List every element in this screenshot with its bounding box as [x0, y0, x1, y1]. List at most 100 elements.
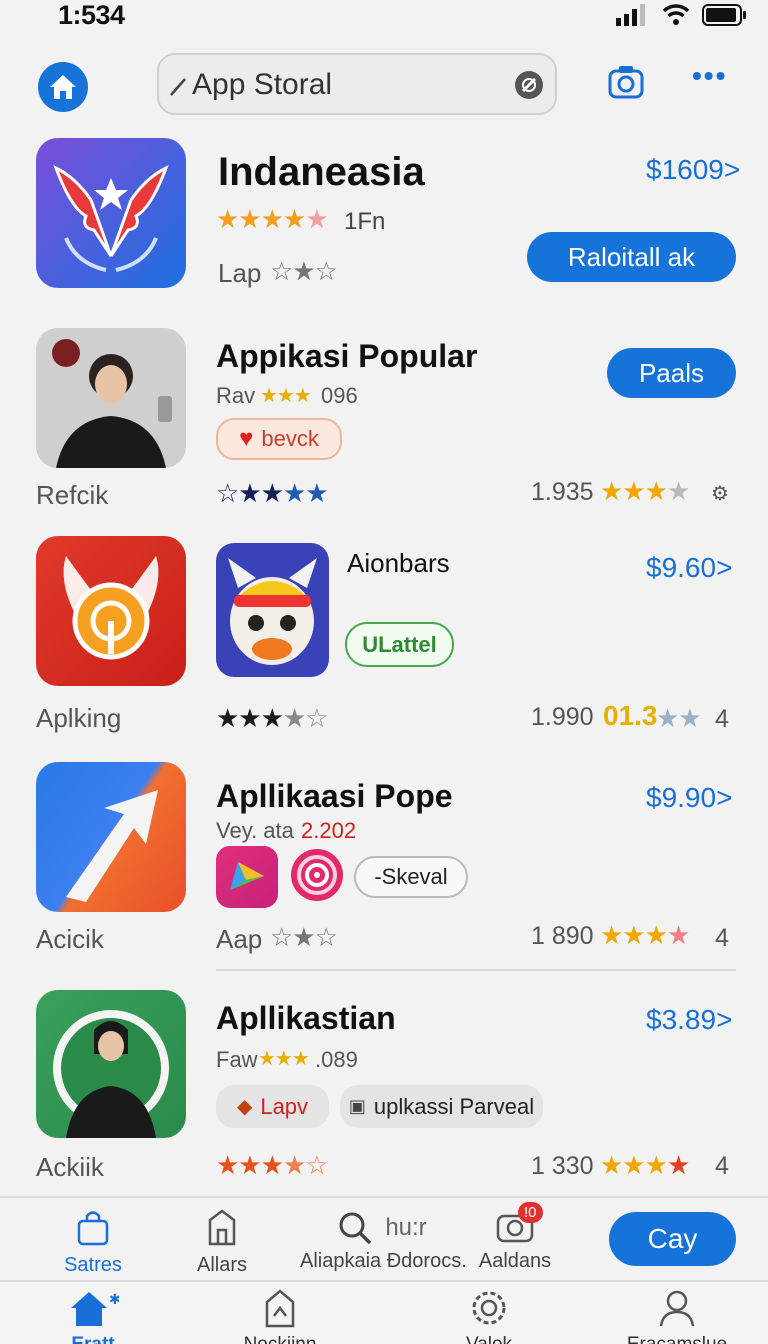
- chip-label: bevck: [261, 426, 319, 451]
- app-price[interactable]: $9.90>: [646, 782, 732, 814]
- app-meta-number: 2.202: [301, 818, 357, 843]
- target-app-icon[interactable]: [291, 849, 343, 901]
- home-button[interactable]: [38, 62, 88, 112]
- pencil-icon: [170, 78, 186, 96]
- price-button[interactable]: Paals: [607, 348, 736, 398]
- tab-label: Satres: [64, 1254, 122, 1276]
- app-title: Apllikastian: [216, 1000, 396, 1036]
- app-meta-number: 096: [321, 383, 358, 408]
- rating-stars: ★★★★☆: [216, 703, 329, 733]
- app-price[interactable]: $3.89>: [646, 1004, 732, 1036]
- rating-stars: ★★: [656, 703, 702, 733]
- rating-end: 4: [715, 705, 729, 733]
- card-icon: ▣: [348, 1096, 366, 1116]
- tab-label: Aliapkaia Ðdorocs.: [300, 1250, 467, 1272]
- app-title: Indaneasia: [218, 150, 425, 194]
- chip-label: uplkassi Parveal: [373, 1093, 535, 1119]
- rating-stars: ★★★: [258, 1048, 310, 1070]
- status-icons: [616, 4, 748, 26]
- more-options-icon[interactable]: •••: [692, 60, 727, 92]
- app-left-label: Refcik: [36, 480, 109, 510]
- tag-icon: ◆: [236, 1096, 253, 1118]
- rating-count: 1.990: [531, 703, 594, 731]
- nav-label: Eratt: [60, 1334, 126, 1344]
- app-icon-green[interactable]: [36, 990, 186, 1138]
- cay-button[interactable]: Cay: [609, 1212, 736, 1266]
- tab-search[interactable]: hu:r Aliapkaia Ðdorocs.: [300, 1208, 467, 1273]
- rating-count: 1 890: [531, 922, 594, 950]
- tab-aaldans[interactable]: !0 Aaldans: [472, 1202, 558, 1273]
- tab-satres[interactable]: Satres: [56, 1208, 130, 1277]
- nav-eratt[interactable]: ✱ Eratt: [60, 1288, 126, 1344]
- rating-stars: ★★★★: [600, 1150, 690, 1180]
- door-icon: [208, 1209, 236, 1246]
- clear-icon[interactable]: [513, 69, 545, 101]
- app-title: Aionbars: [347, 548, 450, 578]
- rating-count: 1 330: [531, 1152, 594, 1180]
- status-bar: 1:534: [0, 0, 768, 40]
- app-price[interactable]: $9.60>: [646, 552, 732, 584]
- settings-icon[interactable]: ⚙: [711, 481, 729, 506]
- app-icon-popular[interactable]: [36, 328, 186, 468]
- app-icon-aionbars[interactable]: [216, 543, 329, 677]
- tab-label: Aaldans: [478, 1250, 552, 1272]
- nav-label: Nockiinn: [240, 1334, 320, 1344]
- bag-icon: [77, 1211, 109, 1246]
- app-meta: Vey. ata: [216, 818, 294, 843]
- search-hint: hu:r: [385, 1214, 427, 1241]
- notification-badge: !0: [518, 1202, 543, 1223]
- app-price[interactable]: $1609>: [646, 154, 740, 186]
- svg-text:✱: ✱: [109, 1292, 119, 1308]
- status-chip[interactable]: ULattel: [345, 622, 454, 667]
- lapv-chip[interactable]: ◆ Lapv: [216, 1085, 329, 1128]
- home-icon: [50, 75, 76, 99]
- camera-button[interactable]: [606, 62, 646, 107]
- app-title: Apllikaasi Pope: [216, 778, 453, 814]
- document-icon: [265, 1289, 295, 1328]
- app-left-label: Acicik: [36, 924, 104, 954]
- nav-label: Valok: [460, 1334, 518, 1344]
- rating-stars: ☆★★★★: [216, 478, 329, 508]
- app-icon-indaneasia[interactable]: [36, 138, 186, 288]
- camera-icon: [608, 66, 644, 99]
- chip-label: Lapv: [260, 1093, 309, 1119]
- battery-icon: [702, 4, 746, 26]
- status-time: 1:534: [58, 0, 125, 30]
- app-icon-red[interactable]: [36, 536, 186, 686]
- search-icon: [339, 1212, 372, 1245]
- settings-icon: [472, 1291, 506, 1325]
- app-left-label: Aplking: [36, 703, 122, 733]
- app-left-label: Ackiik: [36, 1152, 104, 1182]
- rating-end: 4: [715, 924, 729, 952]
- app-sub-label: Lap: [218, 258, 262, 288]
- rating-stars: ★★★★: [600, 476, 690, 506]
- app-icon-arrow[interactable]: [36, 762, 186, 912]
- tab-label: Allars: [196, 1254, 247, 1276]
- rating-stars: ★★★★☆: [216, 1150, 329, 1180]
- rating-stars: ★★★★★: [216, 204, 329, 234]
- tab-allars[interactable]: Allars: [186, 1208, 258, 1277]
- skeval-chip[interactable]: -Skeval: [354, 856, 468, 898]
- upload-chip[interactable]: ▣ uplkassi Parveal: [340, 1085, 543, 1128]
- nav-nockiinn[interactable]: Nockiinn: [240, 1288, 320, 1344]
- app-title: Appikasi Popular: [216, 338, 478, 374]
- rating-value: 01.3: [603, 700, 658, 731]
- photos-app-icon[interactable]: [216, 846, 278, 908]
- rating-stars: ★★★★: [600, 920, 690, 950]
- rating-end: 4: [715, 1152, 729, 1180]
- nav-eracamslue[interactable]: Eracamslue: [626, 1288, 728, 1344]
- rating-count: 1.935: [531, 478, 594, 506]
- rating-stars: ★★★: [260, 385, 312, 407]
- top-bar: App Storal •••: [0, 50, 768, 120]
- bottom-nav: ✱ Eratt Nockiinn Valok Eracamslue: [0, 1280, 768, 1344]
- nav-valok[interactable]: Valok: [460, 1288, 518, 1344]
- favorite-chip[interactable]: ♥ bevck: [216, 418, 342, 460]
- install-button[interactable]: Raloitall ak: [527, 232, 736, 282]
- app-meta: Rav: [216, 383, 256, 408]
- rating-stars-outline: ☆★☆: [270, 922, 338, 952]
- heart-icon: ♥: [239, 425, 254, 452]
- search-input[interactable]: App Storal: [157, 53, 557, 115]
- rating-stars-outline: ☆★☆: [270, 256, 338, 286]
- divider: [216, 969, 736, 971]
- app-meta: Faw: [216, 1047, 258, 1072]
